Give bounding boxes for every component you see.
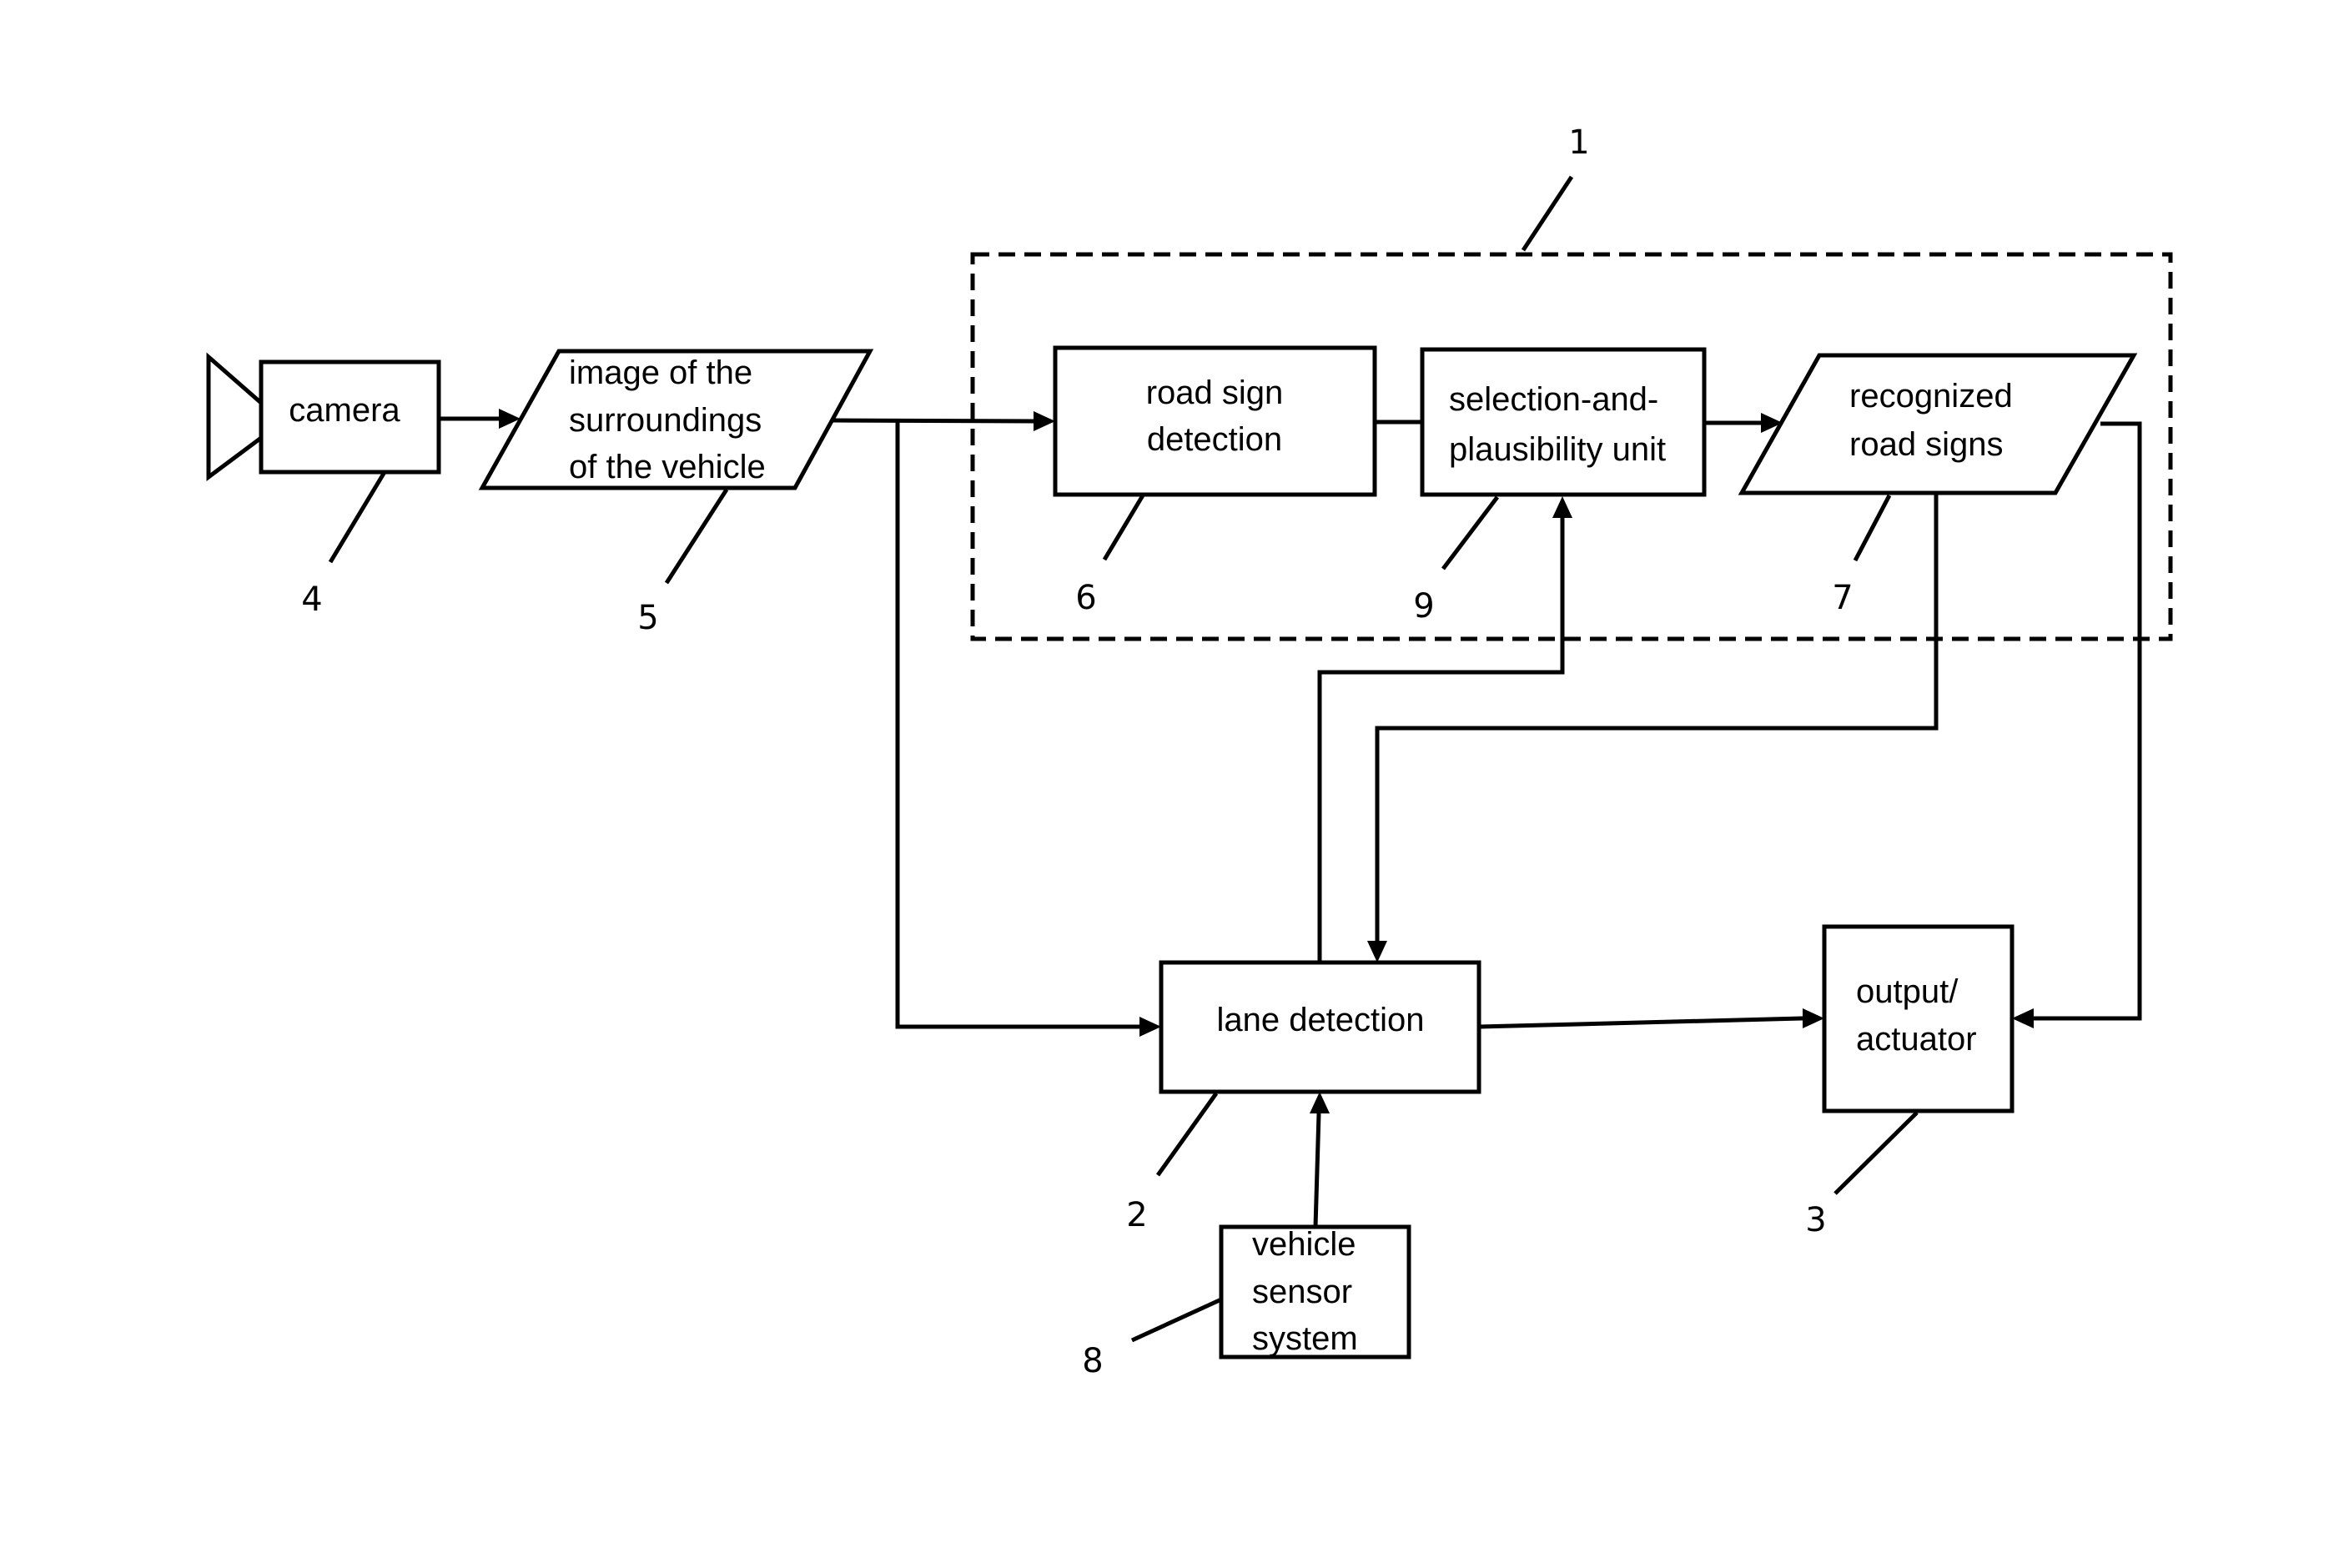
leader-line-2 <box>1155 1092 1219 1177</box>
vehicle-sensor-label-line-2: sensor <box>1252 1274 1352 1310</box>
arrowhead-icon <box>1552 496 1572 518</box>
road-sign-detection-label-line-1: road sign <box>1146 374 1284 411</box>
image-node: image of the surroundings of the vehicle <box>478 349 874 490</box>
recognized-signs-label-line-2: road signs <box>1849 426 2004 463</box>
ref-label-9: 9 <box>1413 587 1434 626</box>
leader-line-6 <box>1102 494 1145 561</box>
ref-label-2: 2 <box>1126 1196 1147 1234</box>
image-label-line-2: surroundings <box>569 402 762 439</box>
recognized-signs-parallelogram <box>1738 353 2138 495</box>
edge-recognized-signs-to-output-actuator <box>2034 421 2142 1021</box>
leader-line-3 <box>1833 1111 1919 1195</box>
edge-image-to-lane-detection <box>895 420 1139 1029</box>
leader-line-1 <box>1521 175 1574 252</box>
edge-vehicle-sensor-to-lane-detection <box>1313 1113 1321 1228</box>
edge-lane-detection-to-output-actuator <box>1478 1016 1803 1029</box>
ref-label-8: 8 <box>1082 1342 1103 1380</box>
vehicle-sensor-label-line-1: vehicle <box>1252 1226 1356 1263</box>
output-actuator-label-line-2: actuator <box>1856 1021 1977 1058</box>
edge-image-to-road-sign-detection <box>832 418 1035 424</box>
output-actuator-node: output/ actuator <box>1822 924 2015 1113</box>
recognized-signs-node: recognized road signs <box>1738 353 2138 495</box>
camera-label: camera <box>289 392 400 429</box>
vehicle-sensor-node: vehicle sensor system <box>1219 1224 1411 1359</box>
ref-label-7: 7 <box>1832 579 1853 617</box>
block-diagram: 1 camera 4 image of the surroundings of … <box>206 123 2173 1380</box>
lane-detection-label: lane detection <box>1216 1002 1424 1038</box>
ref-label-4: 4 <box>301 580 322 619</box>
arrowhead-icon <box>1367 941 1387 962</box>
image-label-line-3: of the vehicle <box>569 449 766 485</box>
arrowhead-icon <box>1310 1092 1330 1113</box>
edge-recognized-signs-to-lane-detection <box>1375 493 1939 941</box>
arrowhead-icon <box>1139 1017 1161 1037</box>
selection-unit-node: selection-and- plausibility unit <box>1420 347 1707 497</box>
output-actuator-label-line-1: output/ <box>1856 973 1959 1010</box>
selection-unit-box <box>1420 347 1707 497</box>
edge-lane-detection-to-selection-unit <box>1317 517 1565 962</box>
camera-node: camera <box>206 352 441 481</box>
ref-label-6: 6 <box>1075 579 1096 617</box>
lane-detection-node: lane detection <box>1159 960 1481 1094</box>
leader-line-5 <box>664 488 729 585</box>
ref-label-5: 5 <box>637 599 658 637</box>
selection-unit-label-line-1: selection-and- <box>1449 381 1658 418</box>
ref-label-3: 3 <box>1805 1201 1826 1239</box>
road-sign-detection-node: road sign detection <box>1053 345 1377 497</box>
leader-line-9 <box>1441 495 1499 570</box>
ref-label-1: 1 <box>1568 123 1589 162</box>
camera-lens-icon <box>206 352 264 481</box>
leader-line-4 <box>328 470 387 564</box>
arrowhead-icon <box>1034 411 1055 431</box>
vehicle-sensor-label-line-3: system <box>1252 1320 1358 1357</box>
image-label-line-1: image of the <box>569 354 752 391</box>
leader-line-7 <box>1853 494 1892 562</box>
road-sign-detection-label-line-2: detection <box>1147 421 1282 458</box>
output-actuator-box <box>1822 924 2015 1113</box>
leader-line-8 <box>1130 1297 1223 1343</box>
arrowhead-icon <box>2012 1008 2034 1028</box>
recognized-signs-label-line-1: recognized <box>1849 378 2013 415</box>
selection-unit-label-line-2: plausibility unit <box>1449 431 1666 468</box>
arrowhead-icon <box>1803 1008 1824 1028</box>
